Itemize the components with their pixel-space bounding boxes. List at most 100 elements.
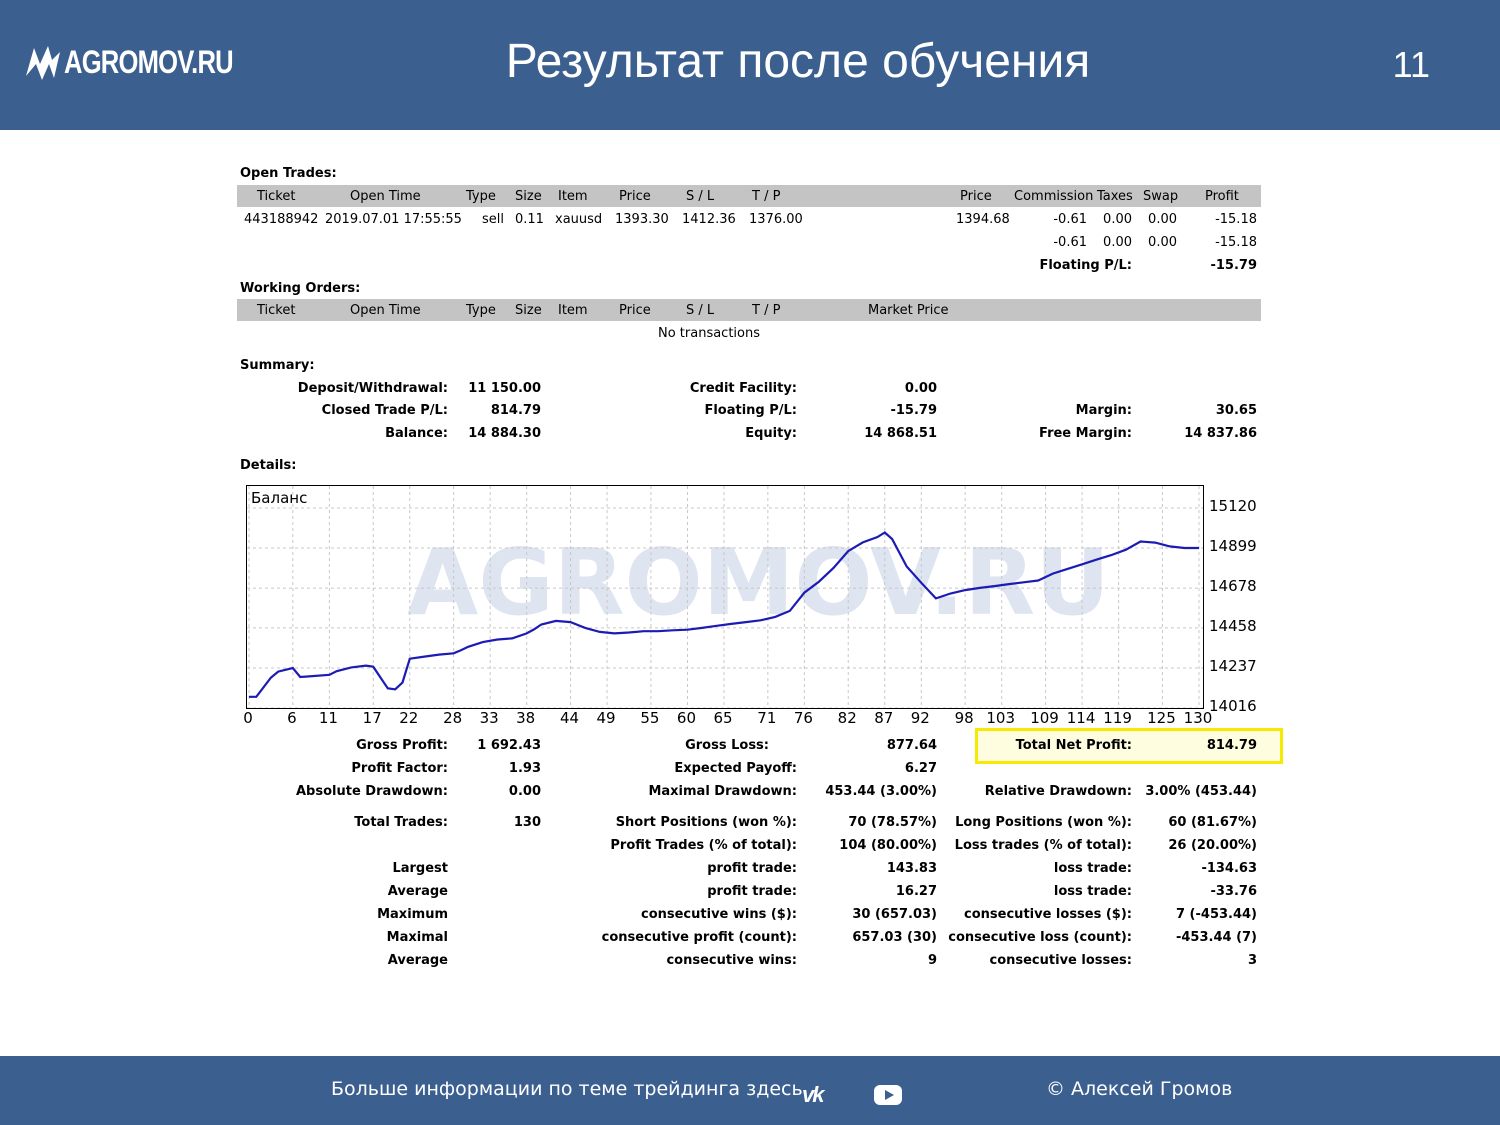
stat-row-right-value: 7 (-453.44) — [1175, 907, 1257, 922]
youtube-icon[interactable] — [874, 1085, 902, 1105]
col-swap: Swap — [1143, 189, 1179, 204]
stat-row-title: Maximal — [386, 930, 448, 945]
col-item: Item — [558, 189, 588, 204]
stat-row-mid-label: profit trade: — [707, 884, 797, 899]
cell-swap: 0.00 — [1148, 212, 1177, 227]
col-price-current: Price — [960, 189, 992, 204]
x-tick-label: 49 — [596, 709, 616, 727]
stat-row-right-label: consecutive loss (count): — [948, 930, 1132, 945]
x-tick-label: 119 — [1103, 709, 1132, 727]
margin-label: Margin: — [1075, 403, 1132, 418]
x-tick-label: 125 — [1147, 709, 1176, 727]
wo-col-size: Size — [515, 303, 542, 318]
chart-title: Баланс — [251, 489, 308, 507]
stat-row-mid-value: 16.27 — [895, 884, 937, 899]
stat-row-mid-label: consecutive wins: — [666, 953, 797, 968]
slide-footer: Больше информации по теме трейдинга здес… — [0, 1056, 1500, 1125]
x-tick-label: 92 — [910, 709, 930, 727]
cell-profit: -15.18 — [1215, 212, 1257, 227]
x-tick-label: 71 — [757, 709, 777, 727]
x-tick-label: 65 — [713, 709, 733, 727]
col-profit: Profit — [1205, 189, 1239, 204]
free-margin-label: Free Margin: — [1039, 426, 1132, 441]
wo-col-item: Item — [558, 303, 588, 318]
x-tick-label: 28 — [443, 709, 463, 727]
wo-col-tp: T / P — [752, 303, 781, 318]
cell-sl: 1412.36 — [682, 212, 736, 227]
profit-trades-label: Profit Trades (% of total): — [610, 838, 797, 853]
y-tick-label: 14237 — [1209, 656, 1257, 675]
wo-col-open-time: Open Time — [350, 303, 421, 318]
details-heading: Details: — [240, 458, 297, 473]
closed-pl-value: 814.79 — [490, 403, 541, 418]
gross-profit-value: 1 692.43 — [477, 738, 541, 753]
total-net-profit-label: Total Net Profit: — [1015, 738, 1132, 753]
stat-row-right-label: consecutive losses ($): — [964, 907, 1132, 922]
deposit-value: 11 150.00 — [468, 381, 541, 396]
cell-commission: -0.61 — [1053, 212, 1087, 227]
wo-col-price: Price — [619, 303, 651, 318]
total-trades-label: Total Trades: — [354, 815, 448, 830]
loss-trades-value: 26 (20.00%) — [1168, 838, 1257, 853]
relative-drawdown-value: 3.00% (453.44) — [1145, 784, 1257, 799]
x-tick-label: 11 — [318, 709, 338, 727]
balance-chart: AGROMOV.RU Баланс — [246, 485, 1204, 709]
summary-floating-label: Floating P/L: — [704, 403, 797, 418]
total-net-profit-value: 814.79 — [1206, 738, 1257, 753]
stat-row-mid-value: 30 (657.03) — [852, 907, 937, 922]
stat-row-title: Maximum — [377, 907, 448, 922]
profit-trades-value: 104 (80.00%) — [839, 838, 937, 853]
profit-factor-label: Profit Factor: — [351, 761, 448, 776]
stat-row-mid-value: 657.03 (30) — [852, 930, 937, 945]
footer-author: © Алексей Громов — [1046, 1078, 1233, 1100]
page-title: Результат после обучения — [505, 35, 1091, 88]
expected-payoff-value: 6.27 — [904, 761, 937, 776]
loss-trades-label: Loss trades (% of total): — [954, 838, 1132, 853]
total-trades-value: 130 — [513, 815, 541, 830]
stat-row-right-value: -134.63 — [1201, 861, 1257, 876]
footer-info-text[interactable]: Больше информации по теме трейдинга здес… — [331, 1078, 803, 1100]
col-size: Size — [515, 189, 542, 204]
summary-heading: Summary: — [240, 358, 315, 373]
short-positions-label: Short Positions (won %): — [615, 815, 797, 830]
col-type: Type — [466, 189, 496, 204]
floating-pl-value: -15.79 — [1210, 258, 1257, 273]
x-tick-label: 17 — [362, 709, 382, 727]
expected-payoff-label: Expected Payoff: — [674, 761, 797, 776]
long-positions-label: Long Positions (won %): — [955, 815, 1132, 830]
subtotal-profit: -15.18 — [1215, 235, 1257, 250]
x-tick-label: 55 — [640, 709, 660, 727]
long-positions-value: 60 (81.67%) — [1168, 815, 1257, 830]
x-tick-label: 38 — [516, 709, 536, 727]
balance-value: 14 884.30 — [468, 426, 541, 441]
subtotal-commission: -0.61 — [1053, 235, 1087, 250]
balance-chart-svg: AGROMOV.RU — [247, 486, 1203, 708]
credit-label: Credit Facility: — [689, 381, 797, 396]
stat-row-right-label: consecutive losses: — [989, 953, 1132, 968]
maximal-drawdown-label: Maximal Drawdown: — [648, 784, 797, 799]
x-tick-label: 76 — [793, 709, 813, 727]
stat-row-right-value: 3 — [1247, 953, 1257, 968]
x-tick-label: 44 — [559, 709, 580, 727]
vk-icon[interactable]: vk — [802, 1082, 825, 1108]
summary-floating-value: -15.79 — [890, 403, 937, 418]
cell-size: 0.11 — [515, 212, 544, 227]
stat-row-right-label: loss trade: — [1053, 884, 1132, 899]
stat-row-right-label: loss trade: — [1053, 861, 1132, 876]
closed-pl-label: Closed Trade P/L: — [321, 403, 448, 418]
wo-col-ticket: Ticket — [257, 303, 296, 318]
profit-factor-value: 1.93 — [508, 761, 541, 776]
gross-loss-label: Gross Loss: — [685, 738, 769, 753]
gross-loss-value: 877.64 — [886, 738, 937, 753]
x-tick-label: 82 — [837, 709, 857, 727]
col-open-time: Open Time — [350, 189, 421, 204]
cell-type: sell — [482, 212, 504, 227]
stat-row-mid-label: consecutive profit (count): — [601, 930, 797, 945]
slide-header: AGROMOV.RU Результат после обучения 11 — [0, 0, 1500, 130]
y-tick-label: 15120 — [1209, 497, 1257, 515]
open-trades-heading: Open Trades: — [240, 166, 337, 181]
x-tick-label: 87 — [874, 709, 894, 727]
stat-row-mid-label: profit trade: — [707, 861, 797, 876]
y-tick-label: 14458 — [1209, 616, 1257, 635]
wo-col-market-price: Market Price — [868, 303, 949, 318]
